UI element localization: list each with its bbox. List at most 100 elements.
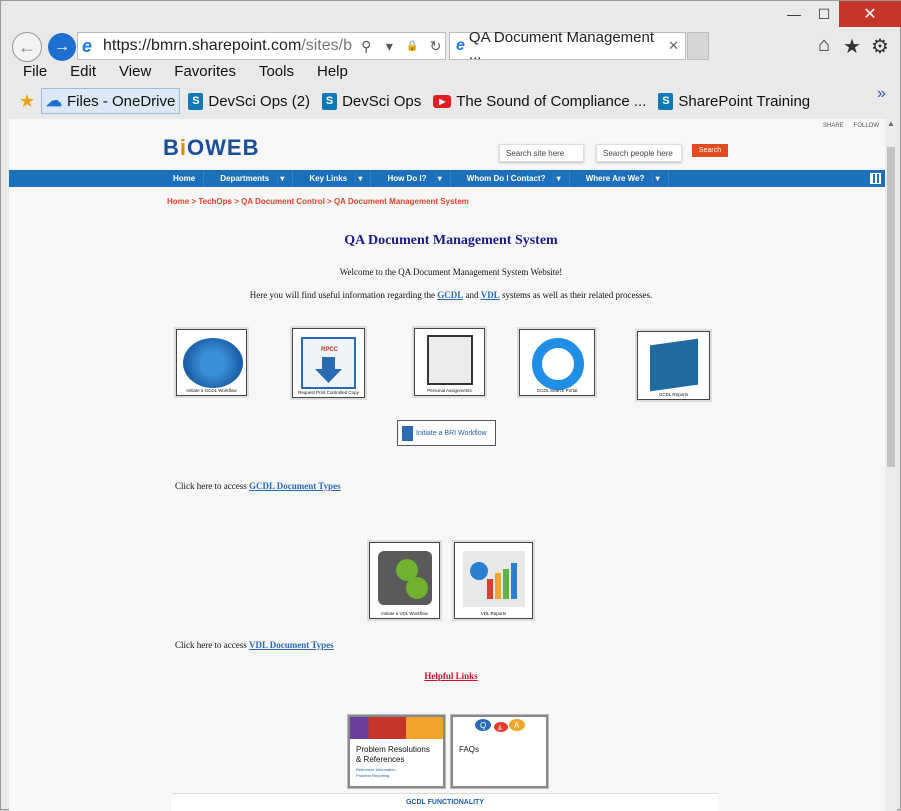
card-problem-resolutions[interactable]: Problem Resolutions & References Referenc…	[348, 715, 445, 788]
intro-text: Here you will find useful information re…	[9, 290, 885, 300]
card-faqs[interactable]: Q & A FAQs	[451, 715, 548, 788]
tile-request-print-controlled-copy[interactable]: RPCC Request Print Controlled Copy	[292, 328, 365, 398]
favorite-devsci-ops[interactable]: S DevSci Ops	[318, 88, 425, 114]
youtube-icon: ▶	[433, 94, 452, 108]
aperture-icon	[532, 338, 584, 390]
site-logo[interactable]: BiOWEB	[163, 135, 259, 161]
favorite-files-onedrive[interactable]: ☁ Files - OneDrive	[41, 88, 181, 114]
nav-label: Key Links	[301, 174, 357, 183]
menu-help[interactable]: Help	[305, 63, 359, 85]
toolbar-icons: ⌂ ★ ⚙	[813, 34, 891, 59]
logo-text-accent: i	[179, 135, 188, 160]
site-top-nav: Home Departments ▾ Key Links ▾ How Do I?…	[9, 170, 885, 187]
page-content: SHARE FOLLOW BiOWEB Search site here Sea…	[9, 119, 885, 811]
browser-window: — ☐ ✕ ← → e https://bmrn.sharepoint.com/…	[0, 0, 901, 811]
nav-departments[interactable]: Departments ▾	[204, 170, 294, 187]
document-icon	[402, 425, 413, 441]
card-title-line1: Problem Resolutions	[356, 745, 430, 754]
dropdown-icon[interactable]: ▾	[380, 38, 399, 55]
url-path: /sites/biowe	[301, 37, 352, 54]
tile-caption: GCDL Search Portal	[536, 388, 578, 393]
vdl-document-types-link[interactable]: VDL Document Types	[249, 640, 334, 650]
search-icon[interactable]: ⚲	[357, 38, 376, 55]
nav-whom-do-i-contact[interactable]: Whom Do I Contact? ▾	[451, 170, 570, 187]
vertical-scrollbar[interactable]: ▲	[885, 119, 897, 811]
tile-gcdl-search-portal[interactable]: GCDL Search Portal	[519, 329, 595, 396]
vdl-types-text: Click here to access VDL Document Types	[175, 640, 334, 650]
tile-initiate-gcdl-workflow[interactable]: Initiate a GCDL Workflow	[176, 329, 247, 396]
menu-tools[interactable]: Tools	[247, 63, 305, 85]
ie-tab-icon: e	[456, 37, 465, 54]
address-bar[interactable]: e https://bmrn.sharepoint.com/sites/biow…	[77, 32, 446, 60]
logo-text-post: OWEB	[187, 135, 260, 160]
new-tab-button[interactable]	[687, 32, 709, 60]
tab-title: QA Document Management ...	[468, 29, 655, 63]
nav-where-are-we[interactable]: Where Are We? ▾	[570, 170, 669, 187]
home-icon[interactable]: ⌂	[813, 34, 835, 59]
favorite-label: SharePoint Training	[678, 92, 811, 110]
gcdl-types-pre: Click here to access	[175, 481, 249, 491]
tile-vdl-reports[interactable]: VDL Reports	[454, 542, 533, 619]
favorite-label: DevSci Ops (2)	[208, 92, 311, 110]
back-button[interactable]: ←	[12, 32, 42, 62]
favorites-overflow-chevron-icon[interactable]: »	[877, 85, 886, 103]
favorite-devsci-ops-2[interactable]: S DevSci Ops (2)	[184, 88, 314, 114]
gcdl-document-types-link[interactable]: GCDL Document Types	[249, 481, 341, 491]
favorites-star-icon[interactable]: ★	[841, 34, 863, 59]
menu-edit[interactable]: Edit	[58, 63, 107, 85]
initiate-bri-workflow-button[interactable]: Initiate a BRI Workflow	[397, 420, 496, 446]
favorite-sharepoint-training[interactable]: S SharePoint Training	[654, 88, 814, 114]
nav-label: Departments	[212, 174, 279, 183]
sharepoint-icon: S	[188, 92, 204, 110]
tab-close-icon[interactable]: ✕	[668, 38, 679, 54]
search-button[interactable]: Search	[692, 144, 728, 157]
search-people-input[interactable]: Search people here	[596, 144, 682, 162]
tile-caption: GCDL Reports	[658, 392, 689, 397]
bubble-amp: &	[498, 726, 502, 732]
clipboard-checklist-icon	[427, 335, 473, 385]
bubble-a: A	[514, 721, 520, 730]
tile-caption: Initiate a GCDL Workflow	[186, 388, 237, 393]
app-grid-icon[interactable]	[870, 173, 881, 184]
menu-view[interactable]: View	[107, 63, 162, 85]
browser-tab[interactable]: e QA Document Management ... ✕	[449, 29, 686, 63]
tile-initiate-vdl-workflow[interactable]: Initiate a VDL Workflow	[369, 542, 440, 619]
menu-file[interactable]: File	[11, 63, 58, 85]
tile-caption: Personal Assignments	[427, 388, 472, 393]
address-url[interactable]: https://bmrn.sharepoint.com/sites/biowe	[103, 37, 353, 55]
arrow-banner-icon	[350, 717, 443, 739]
helpful-links-heading[interactable]: Helpful Links	[9, 671, 885, 681]
favorite-label: The Sound of Compliance ...	[456, 92, 647, 110]
tile-gcdl-reports[interactable]: GCDL Reports	[637, 331, 710, 400]
tile-personal-assignments[interactable]: Personal Assignments	[414, 328, 485, 396]
follow-link[interactable]: FOLLOW	[854, 123, 879, 129]
sharepoint-icon: S	[658, 92, 674, 110]
favorite-sound-of-compliance[interactable]: ▶ The Sound of Compliance ...	[429, 88, 650, 114]
minimize-button[interactable]: —	[779, 1, 809, 27]
settings-gear-icon[interactable]: ⚙	[869, 34, 891, 59]
lock-icon[interactable]: 🔒	[403, 41, 422, 52]
gears-icon	[378, 551, 432, 605]
refresh-icon[interactable]: ↻	[426, 38, 445, 55]
intro-pre: Here you will find useful information re…	[249, 290, 438, 300]
breadcrumb[interactable]: Home > TechOps > QA Document Control > Q…	[167, 197, 469, 206]
vdl-link[interactable]: VDL	[481, 290, 500, 300]
qa-bubbles-icon: Q & A	[453, 717, 546, 739]
maximize-button[interactable]: ☐	[809, 1, 839, 27]
nav-key-links[interactable]: Key Links ▾	[293, 170, 372, 187]
search-site-input[interactable]: Search site here	[499, 144, 584, 162]
gcdl-functionality-heading: GCDL FUNCTIONALITY	[172, 793, 718, 811]
scroll-up-icon[interactable]: ▲	[885, 119, 897, 133]
menu-favorites[interactable]: Favorites	[162, 63, 247, 85]
bri-label: Initiate a BRI Workflow	[416, 429, 487, 437]
add-favorite-icon[interactable]: ★	[19, 91, 41, 112]
logo-text-pre: B	[163, 135, 180, 160]
card-sub-line1: Reference Information	[356, 767, 396, 772]
nav-how-do-i[interactable]: How Do I? ▾	[371, 170, 451, 187]
share-link[interactable]: SHARE	[823, 123, 844, 129]
scrollbar-thumb[interactable]	[887, 147, 895, 467]
gcdl-link[interactable]: GCDL	[437, 290, 463, 300]
nav-home[interactable]: Home	[165, 170, 205, 187]
close-button[interactable]: ✕	[839, 1, 901, 27]
forward-button[interactable]: →	[48, 33, 76, 61]
